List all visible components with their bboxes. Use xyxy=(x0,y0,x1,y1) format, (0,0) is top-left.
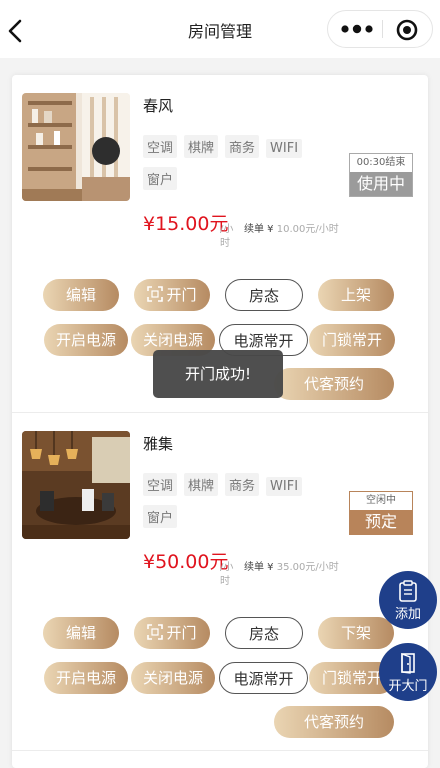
status-time: 空闲中 xyxy=(366,495,396,506)
power-off-button[interactable]: 关闭电源 xyxy=(131,662,215,694)
room-status-button[interactable]: 房态 xyxy=(225,617,303,649)
renew-label: 续单 ¥ xyxy=(244,562,274,573)
power-on-button[interactable]: 开启电源 xyxy=(44,324,128,356)
status-time: 00:30结束 xyxy=(356,157,406,168)
room-tag: 棋牌 xyxy=(184,135,219,158)
room-tag: 商务 xyxy=(225,473,260,496)
scan-icon xyxy=(147,286,164,302)
room-tag: 空调 xyxy=(143,473,178,496)
room-card: 雅集 空调 棋牌 商务 WIFI 窗户 空闲中 预定 ¥50.00元 /小时 续单 ¥ … xyxy=(12,413,428,751)
edit-button[interactable]: 编辑 xyxy=(43,279,119,311)
room-photo xyxy=(22,93,130,201)
room-tag: 空调 xyxy=(143,135,178,158)
room-tag: WIFI xyxy=(266,139,303,158)
lock-always-open-button[interactable]: 门锁常开 xyxy=(309,324,395,356)
open-door-button[interactable]: 开门 xyxy=(134,617,210,649)
room-status-badge: 00:30结束 使用中 xyxy=(349,153,413,197)
room-tag: 商务 xyxy=(225,135,260,158)
book-for-guest-button[interactable]: 代客预约 xyxy=(274,368,394,400)
open-door-button[interactable]: 开门 xyxy=(134,279,210,311)
room-status-badge: 空闲中 预定 xyxy=(349,491,413,535)
room-divider xyxy=(12,750,428,751)
room-tag: 窗户 xyxy=(143,505,178,528)
close-record-icon[interactable] xyxy=(396,19,418,41)
price-unit: /小时 xyxy=(220,224,234,249)
room-tag: WIFI xyxy=(266,477,303,496)
more-icon[interactable] xyxy=(340,20,374,38)
renew-label: 续单 ¥ xyxy=(244,224,274,235)
room-tag: 棋牌 xyxy=(184,473,219,496)
room-name: 春风 xyxy=(143,97,174,115)
room-name: 雅集 xyxy=(143,435,174,453)
capsule-divider xyxy=(382,20,383,38)
room-status-button[interactable]: 房态 xyxy=(225,279,303,311)
mini-program-capsule xyxy=(327,10,433,48)
room-price: ¥50.00元 xyxy=(143,551,229,573)
power-on-button[interactable]: 开启电源 xyxy=(44,662,128,694)
price-unit: /小时 xyxy=(220,562,234,587)
renew-price: 续单 ¥ 10.00元/小时 xyxy=(244,223,354,237)
room-photo xyxy=(22,431,130,539)
open-door-label: 开门 xyxy=(166,286,197,304)
open-main-door-label: 开大门 xyxy=(388,679,428,694)
scan-icon xyxy=(147,624,164,640)
toast-message: 开门成功! xyxy=(153,350,283,398)
add-fab[interactable]: 添加 xyxy=(379,571,437,629)
room-tag: 窗户 xyxy=(143,167,178,190)
room-tags: 空调 棋牌 商务 WIFI 窗户 xyxy=(143,135,343,199)
status-label: 使用中 xyxy=(350,172,412,196)
status-label: 预定 xyxy=(350,510,412,534)
room-list: 春风 空调 棋牌 商务 WIFI窗户 00:30结束 使用中 ¥15.00元 /小时 … xyxy=(12,75,428,768)
room-tags: 空调 棋牌 商务 WIFI 窗户 xyxy=(143,473,343,537)
door-icon xyxy=(401,652,415,674)
shelf-button[interactable]: 上架 xyxy=(318,279,394,311)
add-fab-label: 添加 xyxy=(394,607,421,622)
open-main-door-fab[interactable]: 开大门 xyxy=(379,643,437,701)
renew-value: 10.00元/小时 xyxy=(276,224,339,235)
power-always-on-button[interactable]: 电源常开 xyxy=(219,662,308,694)
room-price: ¥15.00元 xyxy=(143,213,229,235)
nav-bar: 房间管理 xyxy=(0,0,440,58)
book-for-guest-button[interactable]: 代客预约 xyxy=(274,706,394,738)
edit-button[interactable]: 编辑 xyxy=(43,617,119,649)
open-door-label: 开门 xyxy=(166,624,197,642)
renew-price: 续单 ¥ 35.00元/小时 xyxy=(244,561,354,575)
renew-value: 35.00元/小时 xyxy=(276,562,339,573)
clipboard-icon xyxy=(399,580,417,602)
